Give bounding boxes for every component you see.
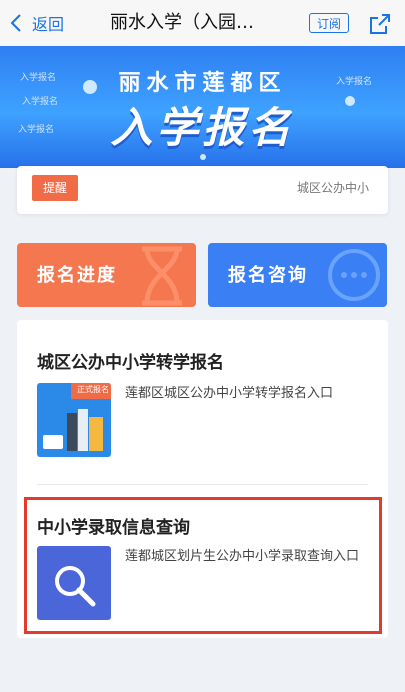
top-nav-bar: 返回 丽水入学（入园… 订阅	[0, 0, 405, 46]
transfer-registration-desc[interactable]: 莲都区城区公办中小学转学报名入口	[125, 384, 375, 404]
book-icon	[89, 417, 103, 451]
highlight-frame	[24, 497, 382, 634]
share-icon	[370, 14, 390, 34]
tile-label: 报名咨询	[228, 265, 308, 286]
share-button[interactable]	[368, 12, 392, 40]
section-divider	[37, 484, 368, 485]
hourglass-icon	[142, 246, 182, 306]
registration-progress-button[interactable]: 报名进度	[17, 243, 196, 307]
banner-title-line1: 丽水市莲都区	[118, 71, 287, 96]
tile-label: 报名进度	[37, 265, 117, 286]
notice-badge: 提醒	[32, 175, 78, 201]
megaphone-icon	[43, 435, 63, 449]
chevron-left-icon	[10, 14, 21, 32]
back-button[interactable]: 返回	[10, 10, 64, 36]
banner-title-line2: 入学报名	[110, 103, 295, 152]
page-title: 丽水入学（入园…	[110, 12, 254, 33]
transfer-registration-title[interactable]: 城区公办中小学转学报名	[37, 348, 224, 373]
enrollment-banner: 入学报名 入学报名 入学报名 入学报名 丽水市莲都区 入学报名	[0, 46, 405, 168]
subscribe-button[interactable]: 订阅	[309, 13, 349, 33]
registration-consult-button[interactable]: 报名咨询	[208, 243, 387, 307]
book-icon	[67, 413, 77, 451]
transfer-registration-thumbnail[interactable]: 正式报名	[37, 383, 111, 457]
formal-registration-badge: 正式报名	[77, 385, 109, 394]
book-icon	[78, 409, 88, 451]
notice-text: 城区公办中小	[297, 181, 370, 195]
chat-bubble-icon	[328, 249, 380, 301]
back-label: 返回	[32, 15, 65, 34]
notice-bar[interactable]: 提醒 城区公办中小	[17, 166, 388, 214]
